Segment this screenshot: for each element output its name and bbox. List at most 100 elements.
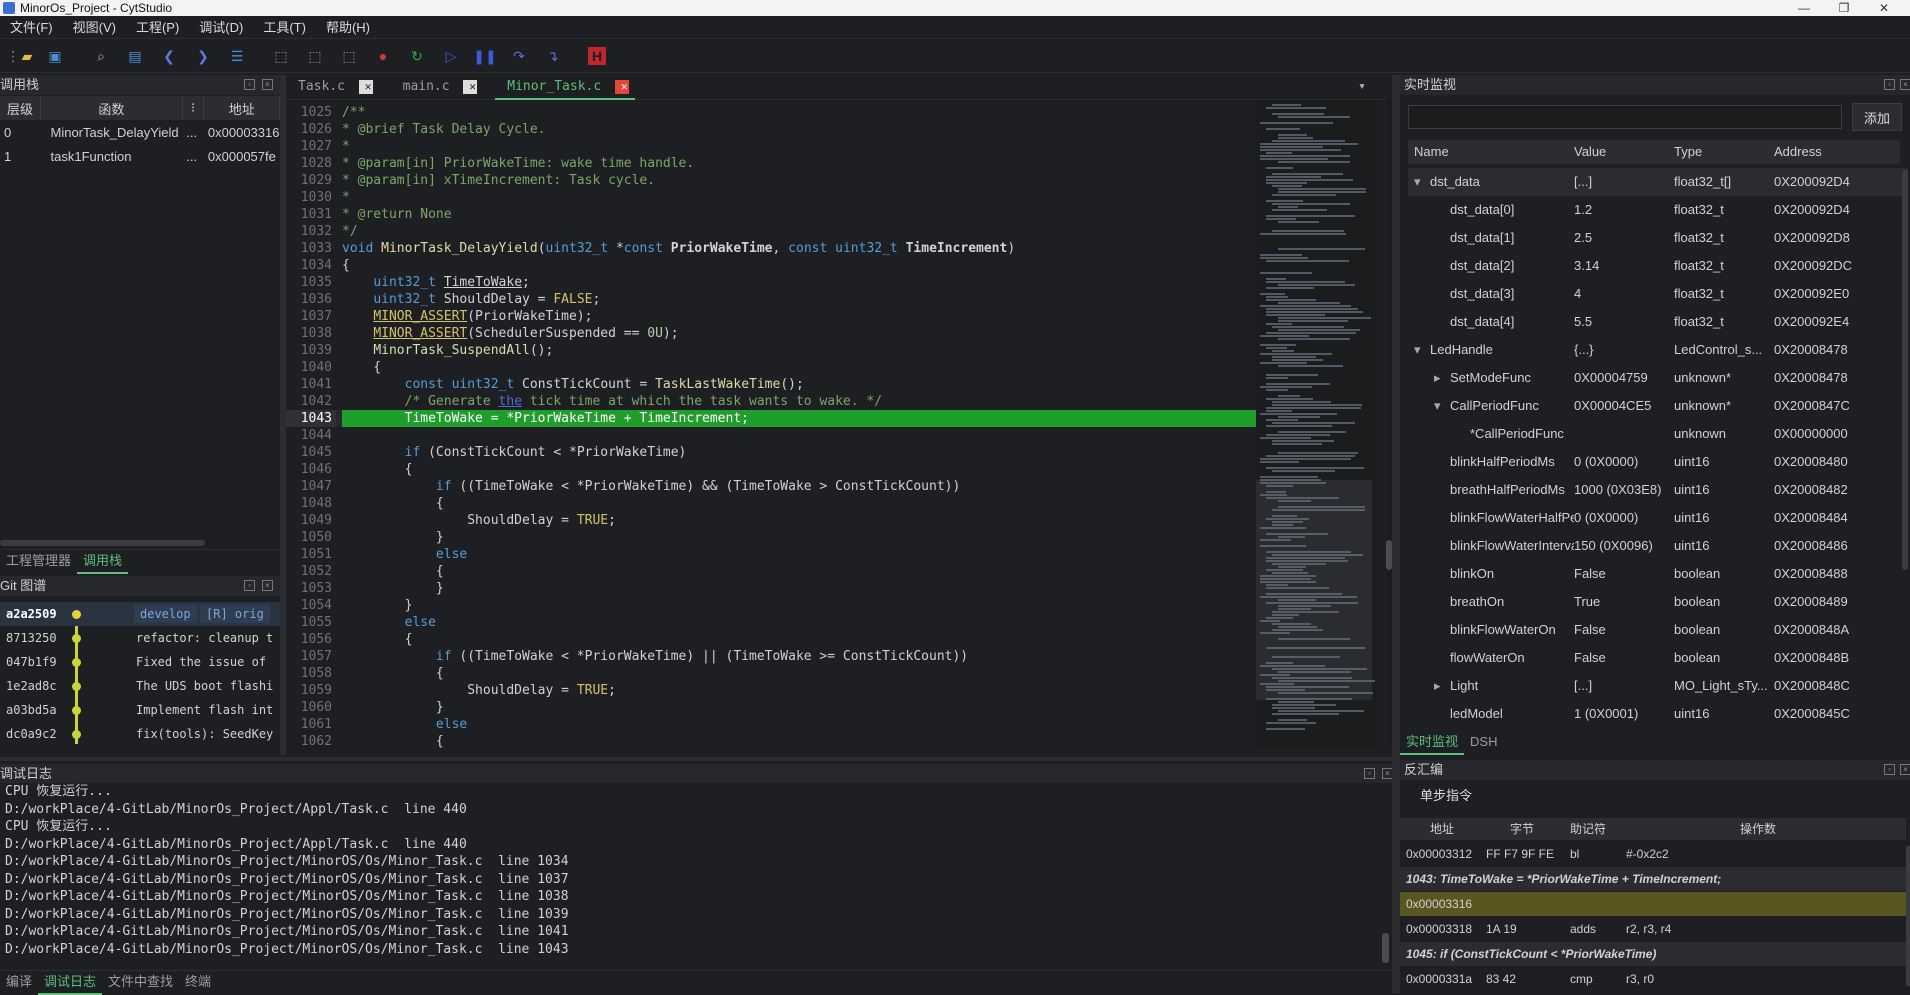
scrollbar-thumb[interactable] — [1906, 846, 1910, 986]
close-panel-icon[interactable]: × — [262, 580, 273, 591]
watch-row[interactable]: ▾ CallPeriodFunc 0X00004CE5 unknown* 0X20008… — [1408, 392, 1908, 420]
commit-row[interactable]: 1e2ad8c The UDS boot flashi — [0, 674, 280, 698]
watch-row[interactable]: blinkFlowWaterHalfPer...0 (0X0000) uint16… — [1408, 504, 1908, 532]
tab-project-manager[interactable]: 工程管理器 — [0, 550, 77, 572]
tabs-dropdown-icon[interactable]: ▾ — [1352, 76, 1372, 98]
watch-row[interactable]: blinkFlowWaterOn False boolean 0X2000848A — [1408, 616, 1908, 644]
collapse-arrow-icon[interactable]: ▾ — [1414, 336, 1421, 364]
minimize-icon[interactable]: — — [1790, 0, 1818, 16]
code-minimap[interactable] — [1256, 100, 1376, 750]
save-icon[interactable]: ▣ — [46, 47, 64, 65]
float-panel-icon[interactable]: ▫ — [1884, 764, 1895, 775]
col-mnemonic[interactable]: 助记符 — [1570, 818, 1606, 840]
add-watch-button[interactable]: 添加 — [1852, 103, 1902, 131]
current-instruction-row[interactable]: 0x00003316 — [1400, 892, 1908, 916]
close-tab-icon[interactable]: ✕ — [463, 80, 478, 94]
watch-row[interactable]: *CallPeriodFunc unknown 0X00000000 — [1408, 420, 1908, 448]
tab-terminal[interactable]: 终端 — [179, 971, 217, 993]
watch-row[interactable]: breathHalfPeriodMs 1000 (0X03E8) uint16 0X2… — [1408, 476, 1908, 504]
debug-bug-icon[interactable]: ● — [374, 47, 392, 65]
instruction-row[interactable]: 0x00003312 FF F7 9F FE bl #-0x2c2 — [1400, 842, 1908, 866]
close-panel-icon[interactable]: × — [1900, 764, 1910, 775]
open-folder-icon[interactable]: ▰ — [18, 47, 36, 65]
build-icon[interactable]: ⬚ — [272, 47, 290, 65]
step-instruction-button[interactable]: 单步指令 — [1406, 782, 1486, 806]
watch-expression-input[interactable] — [1408, 105, 1842, 129]
table-row[interactable]: 1 task1Function ... 0x000057fe — [0, 144, 280, 168]
table-row[interactable]: 0 MinorTask_DelayYield ... 0x00003316 — [0, 120, 280, 144]
rebuild-icon[interactable]: ⬚ — [306, 47, 324, 65]
step-over-icon[interactable]: ↷ — [510, 47, 528, 65]
tab-dsh[interactable]: DSH — [1464, 731, 1503, 753]
monitor-icon[interactable]: ▤ — [126, 47, 144, 65]
col-address[interactable]: Address — [1774, 140, 1822, 164]
collapse-arrow-icon[interactable]: ▾ — [1434, 392, 1441, 420]
menu-debug[interactable]: 调试(D) — [189, 16, 253, 39]
watch-row[interactable]: breathOn True boolean 0X20008489 — [1408, 588, 1908, 616]
scrollbar-thumb[interactable] — [1902, 170, 1908, 570]
menu-tools[interactable]: 工具(T) — [253, 16, 316, 39]
close-tab-icon[interactable]: ✕ — [358, 80, 373, 94]
col-level[interactable]: 层级 — [0, 96, 41, 120]
watch-row[interactable]: dst_data[0] 1.2 float32_t 0X200092D4 — [1408, 196, 1908, 224]
commit-row[interactable]: 047b1f9 Fixed the issue of — [0, 650, 280, 674]
horizontal-scrollbar[interactable] — [0, 540, 205, 546]
halt-icon[interactable]: H — [588, 47, 606, 65]
col-address[interactable]: 地址 — [1430, 818, 1454, 840]
float-panel-icon[interactable]: ▫ — [1884, 79, 1895, 90]
restart-icon[interactable]: ↻ — [408, 47, 426, 65]
watch-row[interactable]: blinkOn False boolean 0X20008488 — [1408, 560, 1908, 588]
watch-row[interactable]: flowWaterOn False boolean 0X2000848B — [1408, 644, 1908, 672]
watch-row[interactable]: dst_data[2] 3.14 float32_t 0X200092DC — [1408, 252, 1908, 280]
tab-build[interactable]: 编译 — [0, 971, 38, 993]
close-icon[interactable]: ✕ — [1870, 0, 1898, 16]
minimap-viewport[interactable] — [1256, 480, 1372, 700]
tab-debug-log[interactable]: 调试日志 — [38, 971, 103, 995]
scrollbar-thumb[interactable] — [1382, 933, 1389, 963]
watch-row[interactable]: ledModel 1 (0X0001) uint16 0X2000845C — [1408, 700, 1908, 728]
watch-row[interactable]: ▾ LedHandle {...} LedControl_s... 0X20008478 — [1408, 336, 1908, 364]
watch-row[interactable]: dst_data[4] 5.5 float32_t 0X200092E4 — [1408, 308, 1908, 336]
expand-arrow-icon[interactable]: ▸ — [1434, 672, 1441, 700]
instruction-row[interactable]: 0x0000331a 83 42 cmp r3, r0 — [1400, 967, 1908, 991]
watch-row[interactable]: ▸ SetModeFunc 0X00004759 unknown* 0X20008478 — [1408, 364, 1908, 392]
run-icon[interactable]: ▷ — [442, 47, 460, 65]
col-bytes[interactable]: 字节 — [1510, 818, 1534, 840]
splitter[interactable] — [0, 757, 1392, 761]
splitter[interactable] — [1392, 75, 1400, 993]
watch-row[interactable]: dst_data[1] 2.5 float32_t 0X200092D8 — [1408, 224, 1908, 252]
watch-row[interactable]: ▸ Light [...] MO_Light_sTy... 0X2000848C — [1408, 672, 1908, 700]
col-name[interactable]: Name — [1414, 140, 1449, 164]
commit-row[interactable]: a03bd5a Implement flash int — [0, 698, 280, 722]
watch-row[interactable]: ▾ dst_data [...] float32_t[] 0X200092D4 — [1408, 168, 1908, 196]
watch-row[interactable]: dst_data[3] 4 float32_t 0X200092E0 — [1408, 280, 1908, 308]
watch-row[interactable]: blinkFlowWaterInterval...150 (0X0096) uin… — [1408, 532, 1908, 560]
expand-arrow-icon[interactable]: ▸ — [1434, 364, 1441, 392]
tab-minor-task-c[interactable]: Minor_Task.c ✕ — [495, 76, 635, 100]
col-value[interactable]: Value — [1574, 140, 1606, 164]
float-panel-icon[interactable]: ▫ — [244, 79, 255, 90]
col-type[interactable]: Type — [1674, 140, 1702, 164]
code-editor[interactable]: 1025/** 1026 * @brief Task Delay Cycle. 1… — [286, 100, 1256, 750]
forward-icon[interactable]: ❯ — [194, 47, 212, 65]
watch-row[interactable]: blinkHalfPeriodMs 0 (0X0000) uint16 0X20008… — [1408, 448, 1908, 476]
tab-task-c[interactable]: Task.c ✕ — [286, 76, 379, 98]
debug-log[interactable]: CPU 恢复运行... D:/workPlace/4-GitLab/MinorO… — [0, 783, 1392, 971]
tab-callstack[interactable]: 调用栈 — [77, 550, 129, 574]
menu-file[interactable]: 文件(F) — [0, 16, 63, 39]
commit-row[interactable]: a2a2509 develop [R] orig — [0, 602, 280, 626]
tab-main-c[interactable]: main.c ✕ — [391, 76, 484, 98]
col-function[interactable]: 函数 — [40, 96, 183, 120]
col-resize[interactable]: ⁝ — [182, 96, 205, 120]
search-icon[interactable]: ⌕ — [92, 47, 110, 65]
pause-icon[interactable]: ❚❚ — [473, 47, 496, 65]
float-panel-icon[interactable]: ▫ — [1364, 768, 1375, 779]
instruction-row[interactable]: 0x00003318 1A 19 adds r2, r3, r4 — [1400, 917, 1908, 941]
back-icon[interactable]: ❮ — [160, 47, 178, 65]
close-tab-icon[interactable]: ✕ — [615, 80, 629, 94]
collapse-arrow-icon[interactable]: ▾ — [1414, 168, 1421, 196]
commit-row[interactable]: 8713250 refactor: cleanup t — [0, 626, 280, 650]
col-address[interactable]: 地址 — [203, 96, 280, 120]
maximize-icon[interactable]: ❐ — [1830, 0, 1858, 16]
menu-project[interactable]: 工程(P) — [126, 16, 189, 39]
